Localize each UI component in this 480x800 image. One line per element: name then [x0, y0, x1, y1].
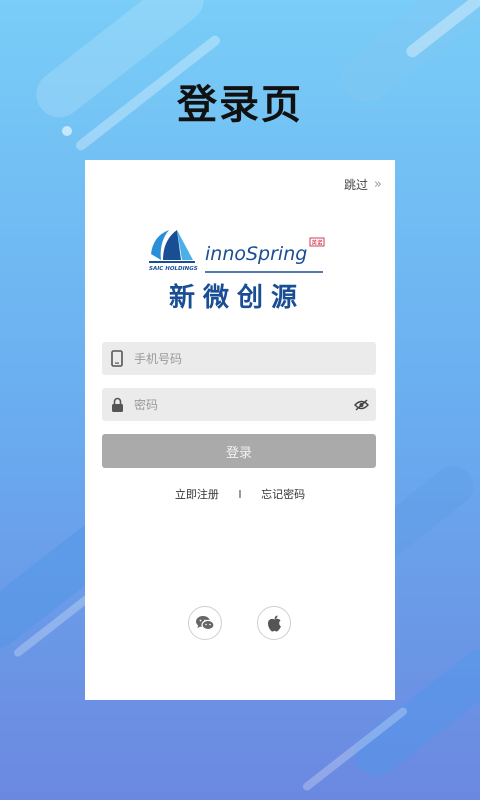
- page-title: 登录页: [177, 82, 303, 128]
- phone-field[interactable]: [102, 342, 376, 375]
- brand-text: innoSpring: [205, 243, 307, 265]
- brand-logo: SAIC HOLDINGS innoSpring 英诺 新微创源: [149, 230, 325, 313]
- password-field[interactable]: [102, 388, 376, 421]
- auth-links: 立即注册 I 忘记密码: [85, 486, 395, 502]
- skip-label: 跳过: [344, 178, 369, 192]
- eye-off-icon[interactable]: [346, 398, 376, 411]
- login-button[interactable]: 登录: [102, 434, 376, 468]
- wechat-icon: [196, 616, 215, 631]
- brand-badge: 英诺: [312, 239, 324, 247]
- wechat-login-button[interactable]: [188, 606, 222, 640]
- link-separator: I: [238, 488, 242, 501]
- forgot-password-link[interactable]: 忘记密码: [261, 488, 305, 501]
- chinese-name: 新微创源: [169, 282, 305, 313]
- password-input[interactable]: [132, 396, 346, 413]
- saic-sail-icon: [149, 230, 195, 263]
- apple-icon: [267, 615, 281, 631]
- skip-button[interactable]: 跳过 »: [344, 176, 382, 193]
- phone-icon: [102, 350, 132, 367]
- saic-text: SAIC HOLDINGS: [149, 266, 198, 272]
- login-card: 跳过 » SAIC HOLDINGS innoSpring 英诺 新微创源 手机…: [85, 160, 395, 700]
- register-link[interactable]: 立即注册: [175, 488, 219, 501]
- chevron-right-double-icon: »: [374, 177, 382, 192]
- apple-login-button[interactable]: [257, 606, 291, 640]
- phone-input[interactable]: [132, 350, 376, 367]
- lock-icon: [102, 397, 132, 413]
